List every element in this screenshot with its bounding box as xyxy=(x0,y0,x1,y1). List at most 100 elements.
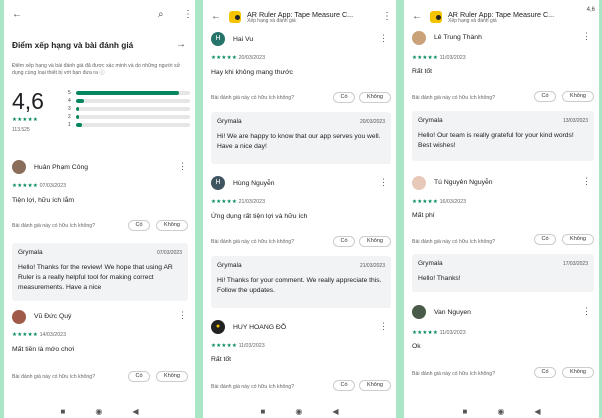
review-text: Ok xyxy=(412,343,421,350)
arrow-forward-icon[interactable]: → xyxy=(176,40,186,50)
review-stars: ★★★★★ xyxy=(211,199,238,205)
panel-reviews-3: 4,6 ← AR Ruler App: Tape Measure C... Xế… xyxy=(404,0,599,418)
developer-reply: Grymala 17/03/2023 Hello! Thanks! xyxy=(412,254,594,292)
review-date: 16/03/2023 xyxy=(439,199,467,205)
home-icon[interactable]: ◉ xyxy=(295,407,302,416)
more-vert-icon[interactable]: ⋮ xyxy=(183,10,193,20)
app-icon xyxy=(229,11,241,23)
helpful-question: Bài đánh giá này có hữu ích không? xyxy=(412,371,496,377)
system-nav-bar: ■ ◉ ◀ xyxy=(4,404,195,418)
reply-date: 17/03/2023 xyxy=(562,261,588,267)
review-date: 20/03/2023 xyxy=(238,55,266,61)
review-meta: ★★★★★ 16/03/2023 xyxy=(412,199,466,205)
more-vert-icon[interactable]: ⋮ xyxy=(178,311,187,320)
more-vert-icon[interactable]: ⋮ xyxy=(582,307,591,316)
more-vert-icon[interactable]: ⋮ xyxy=(379,178,388,187)
review-meta: ★★★★★ 07/03/2023 xyxy=(12,183,66,189)
back-icon[interactable]: ◀ xyxy=(534,407,540,416)
avatar: H xyxy=(211,176,225,190)
review-text: Mất phí xyxy=(412,212,435,219)
helpful-question: Bài đánh giá này có hữu ích không? xyxy=(12,223,96,229)
helpful-yes-button[interactable]: Có xyxy=(333,236,355,247)
rating-stars: ★★★★★ xyxy=(12,117,39,123)
rating-bar-row: 5 xyxy=(68,89,190,97)
more-vert-icon[interactable]: ⋮ xyxy=(379,322,388,331)
avatar: H xyxy=(211,32,225,46)
back-arrow-icon[interactable]: ← xyxy=(211,12,221,22)
avatar: ● xyxy=(211,320,225,334)
developer-reply: Grymala 07/03/2023 Hello! Thanks for the… xyxy=(12,243,188,301)
helpful-no-button[interactable]: Không xyxy=(156,371,188,382)
developer-name: Grymala xyxy=(18,249,43,256)
avatar xyxy=(412,31,426,45)
review-date: 11/03/2023 xyxy=(238,343,265,349)
more-vert-icon[interactable]: ⋮ xyxy=(178,162,187,171)
helpful-no-button[interactable]: Không xyxy=(562,91,594,102)
helpful-no-button[interactable]: Không xyxy=(359,92,391,103)
home-icon[interactable]: ◉ xyxy=(497,407,504,416)
rating-bar-row: 1 xyxy=(68,121,190,129)
helpful-yes-button[interactable]: Có xyxy=(333,92,355,103)
rating-bar-fill xyxy=(76,91,179,95)
more-vert-icon[interactable]: ⋮ xyxy=(382,12,392,22)
review-meta: ★★★★★ 11/03/2023 xyxy=(412,330,466,336)
rating-bar-fill xyxy=(76,115,80,119)
recent-apps-icon[interactable]: ■ xyxy=(61,407,66,416)
rating-bar-track xyxy=(76,123,190,127)
reviewer-name: Vũ Đức Quý xyxy=(34,313,72,320)
helpful-yes-button[interactable]: Có xyxy=(128,220,150,231)
rating-bar-track xyxy=(76,99,190,103)
back-arrow-icon[interactable]: ← xyxy=(12,10,22,20)
back-arrow-icon[interactable]: ← xyxy=(412,12,422,22)
review-stars: ★★★★★ xyxy=(12,183,39,189)
helpful-yes-button[interactable]: Có xyxy=(333,380,355,391)
developer-name: Grymala xyxy=(217,118,242,125)
more-vert-icon[interactable]: ⋮ xyxy=(582,177,591,186)
rating-bar-label: 3 xyxy=(68,106,71,112)
reviewer-name: HUY HOANG ĐỖ xyxy=(233,324,287,331)
recent-apps-icon[interactable]: ■ xyxy=(261,407,266,416)
panel-ratings-overview: ← ⌕ ⋮ Điểm xếp hạng và bài đánh giá → Đi… xyxy=(4,0,195,418)
back-icon[interactable]: ◀ xyxy=(132,407,138,416)
review-meta: ★★★★★ 14/03/2023 xyxy=(12,332,66,338)
section-description: Điểm xếp hạng và bài đánh giá đã được xá… xyxy=(12,63,181,76)
helpful-yes-button[interactable]: Có xyxy=(534,91,556,102)
more-vert-icon[interactable]: ⋮ xyxy=(582,32,591,41)
more-vert-icon[interactable]: ⋮ xyxy=(379,34,388,43)
review-stars: ★★★★★ xyxy=(211,55,238,61)
home-icon[interactable]: ◉ xyxy=(95,407,102,416)
reviewer-name: Hai Vu xyxy=(233,36,254,43)
developer-reply: Grymala 13/03/2023 Hello! Our team is re… xyxy=(412,111,594,161)
review-meta: ★★★★★ 11/03/2023 xyxy=(412,55,466,61)
helpful-yes-button[interactable]: Có xyxy=(534,234,556,245)
system-nav-bar: ■ ◉ ◀ xyxy=(404,404,599,418)
review-date: 11/03/2023 xyxy=(439,330,466,336)
review-stars: ★★★★★ xyxy=(412,330,439,336)
developer-reply: Grymala 21/03/2023 Hi! Thanks for your c… xyxy=(211,256,391,308)
helpful-no-button[interactable]: Không xyxy=(156,220,188,231)
back-icon[interactable]: ◀ xyxy=(332,407,338,416)
search-icon[interactable]: ⌕ xyxy=(158,10,164,20)
rating-bar-track xyxy=(76,91,190,95)
developer-reply: Grymala 20/03/2023 Hi! We are happy to k… xyxy=(211,112,391,164)
reviewer-name: Van Nguyen xyxy=(434,309,471,316)
review-meta: ★★★★★ 20/03/2023 xyxy=(211,55,265,61)
review-stars: ★★★★★ xyxy=(412,55,439,61)
recent-apps-icon[interactable]: ■ xyxy=(463,407,468,416)
helpful-yes-button[interactable]: Có xyxy=(534,367,556,378)
app-bar: ← AR Ruler App: Tape Measure C... Xếp hạ… xyxy=(408,10,595,24)
reviewer-name: Lê Trung Thành xyxy=(434,34,482,41)
review-stars: ★★★★★ xyxy=(211,343,238,349)
helpful-question: Bài đánh giá này có hữu ích không? xyxy=(12,374,96,380)
helpful-question: Bài đánh giá này có hữu ích không? xyxy=(211,95,295,101)
section-title: Điểm xếp hạng và bài đánh giá xyxy=(12,40,134,50)
rating-bar-fill xyxy=(76,123,82,127)
rating-count: 113.525 xyxy=(12,127,30,133)
rating-bar-label: 1 xyxy=(68,122,71,128)
helpful-no-button[interactable]: Không xyxy=(562,234,594,245)
helpful-no-button[interactable]: Không xyxy=(359,236,391,247)
helpful-no-button[interactable]: Không xyxy=(562,367,594,378)
reply-date: 21/03/2023 xyxy=(359,263,385,269)
helpful-no-button[interactable]: Không xyxy=(359,380,391,391)
helpful-yes-button[interactable]: Có xyxy=(128,371,150,382)
